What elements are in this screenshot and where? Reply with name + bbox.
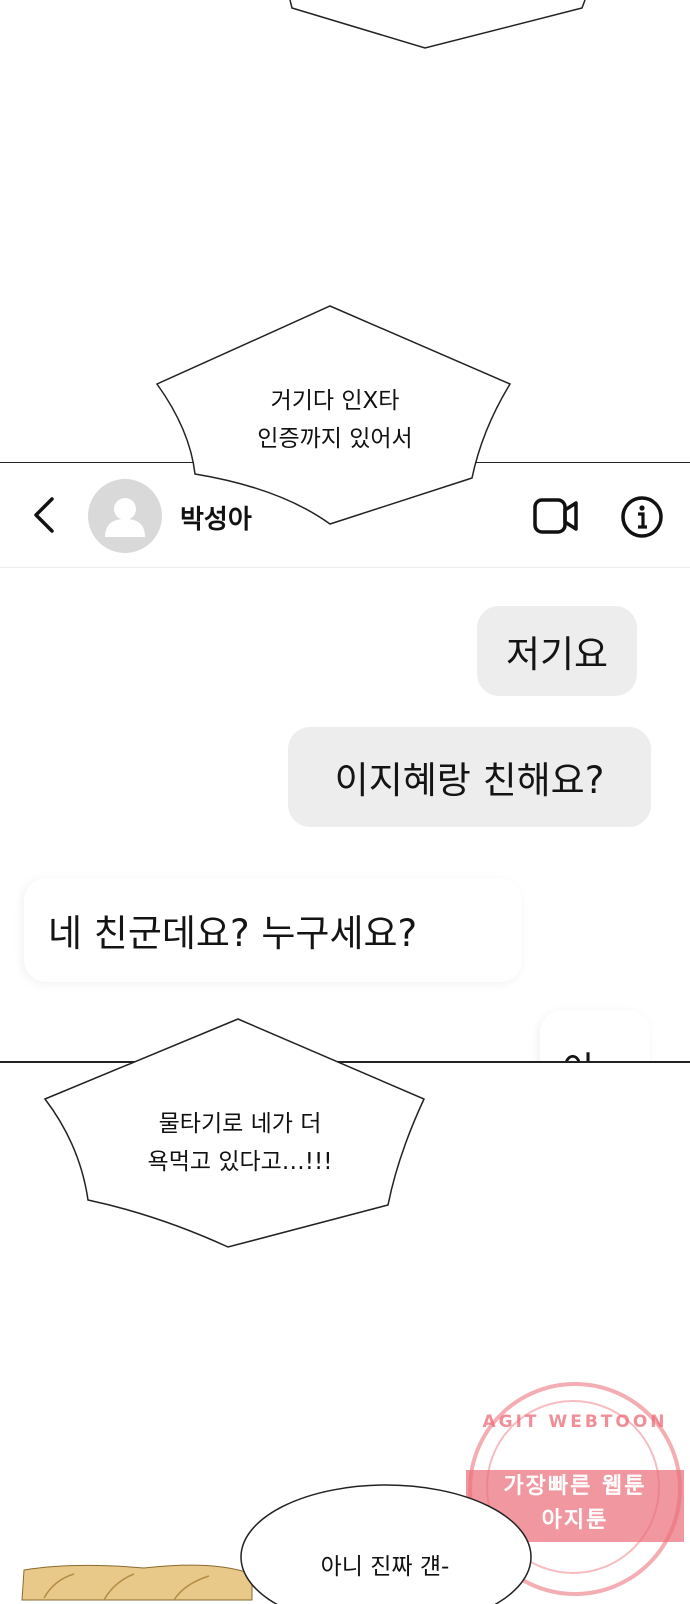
speech-balloon-2-text: 물타기로 네가 더 욕먹고 있다고…!!! [100, 1105, 380, 1181]
info-icon[interactable] [620, 495, 664, 539]
speech-balloon-1-text: 거기다 인X타 인증까지 있어서 [200, 382, 470, 458]
speech-line: 거기다 인X타 [270, 388, 400, 414]
chevron-left-icon[interactable] [30, 495, 58, 535]
message-outgoing[interactable]: 저기요 [477, 606, 637, 696]
message-outgoing[interactable]: 이지혜랑 친해요? [288, 727, 651, 827]
character-hair [21, 1564, 253, 1601]
message-text: 저기요 [505, 633, 609, 676]
message-incoming[interactable]: 네 친군데요? 누구세요? [24, 878, 522, 982]
speech-line: 인증까지 있어서 [257, 426, 413, 452]
speech-line: 욕먹고 있다고…!!! [147, 1149, 333, 1175]
watermark-top-text: AGIT WEBTOON [482, 1412, 668, 1432]
speech-balloon-partial [289, 0, 586, 49]
speech-line: 물타기로 네가 더 [158, 1111, 322, 1137]
message-text: 네 친군데요? 누구세요? [48, 912, 418, 955]
video-call-icon[interactable] [532, 497, 580, 535]
message-text: 이지혜랑 친해요? [334, 759, 605, 802]
speech-balloon-3-text: 아니 진짜 걘- [320, 1554, 450, 1580]
